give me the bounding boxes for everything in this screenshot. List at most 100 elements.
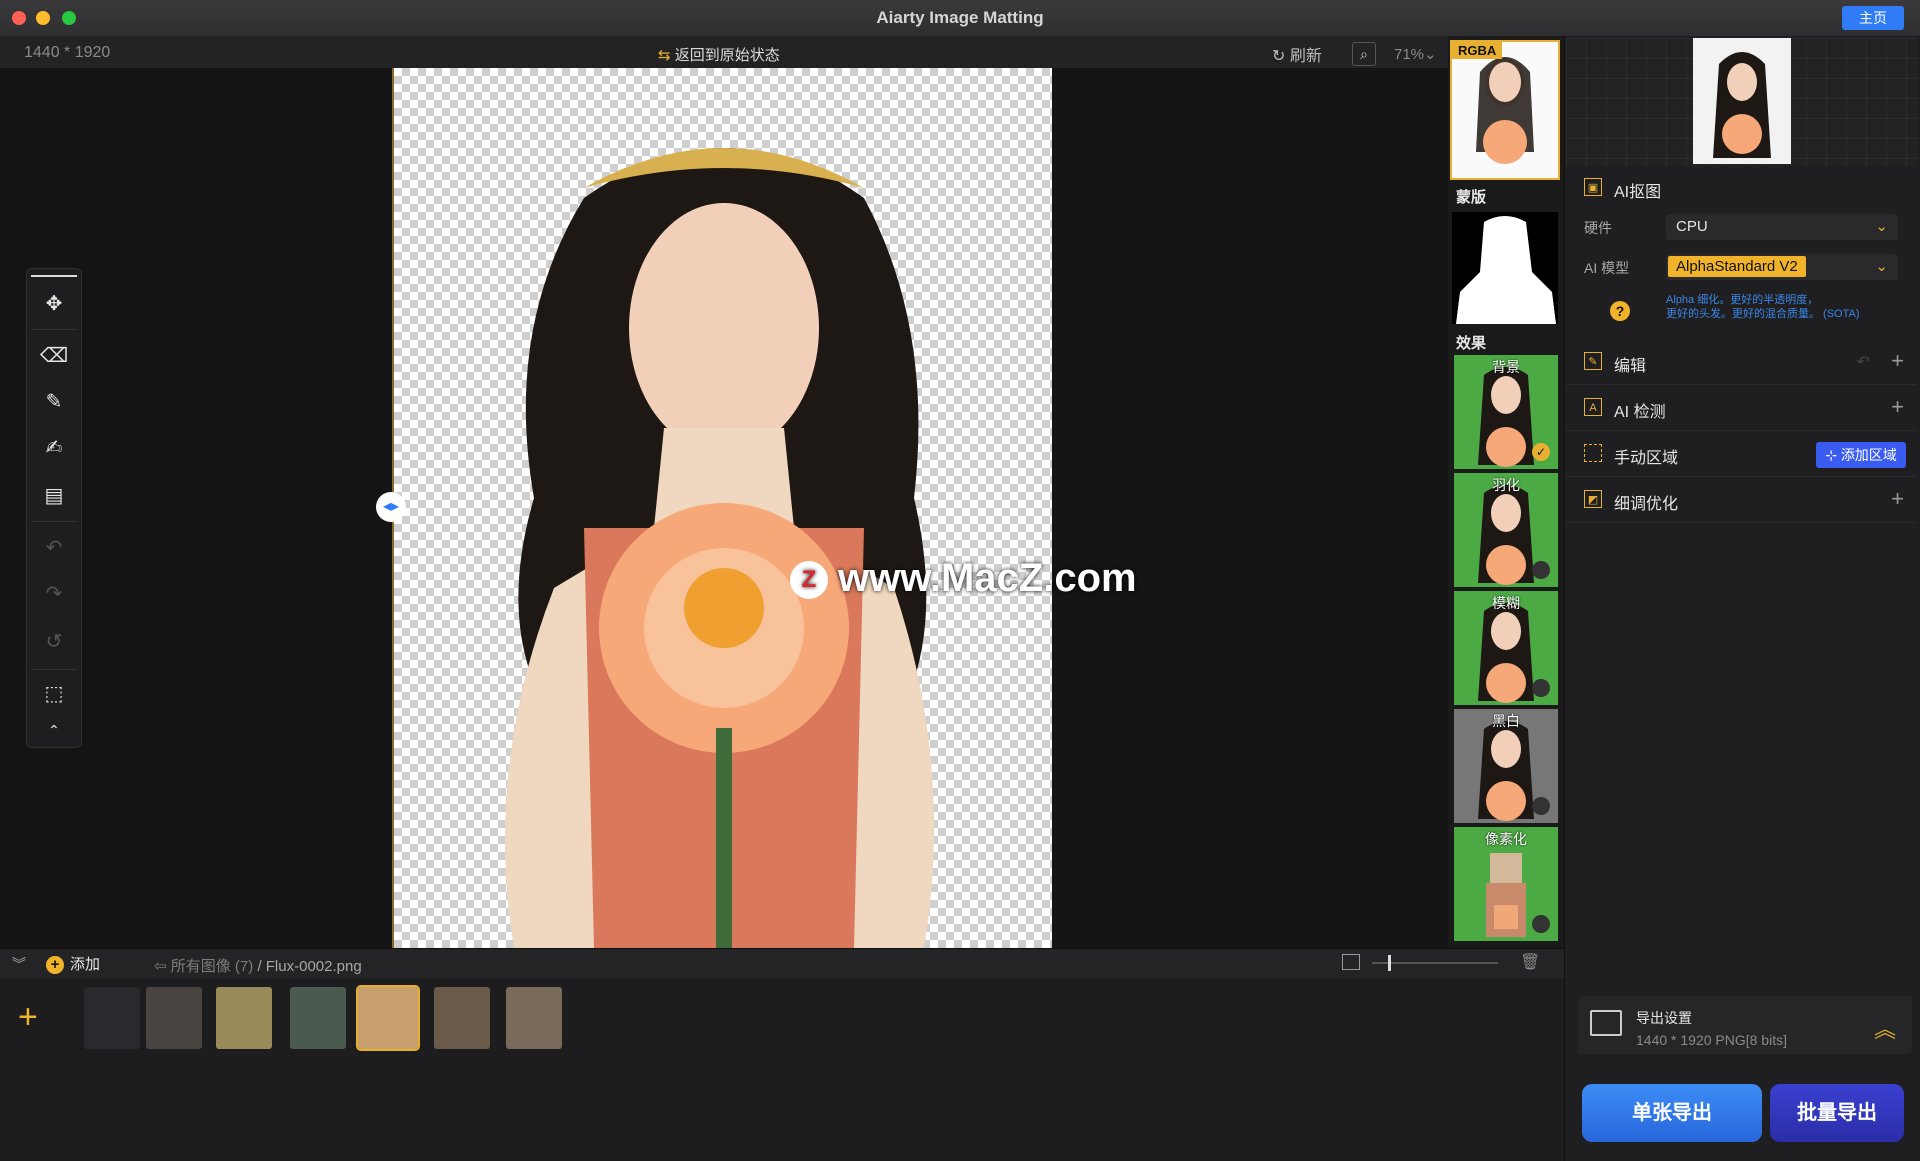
select-frame-icon[interactable]: ⬚	[39, 679, 69, 709]
effect-pixelate[interactable]: 像素化	[1454, 827, 1558, 941]
magnifier-icon[interactable]: ⌕	[1352, 42, 1376, 66]
revert-icon: ⇆	[658, 47, 671, 64]
hardware-dropdown[interactable]: CPU ⌄	[1666, 214, 1898, 240]
effect-label: 像素化	[1485, 831, 1527, 847]
description-line: Alpha 细化。更好的半透明度，	[1666, 294, 1819, 306]
ai-model-label: AI 模型	[1584, 260, 1630, 276]
radio-dot-icon	[1532, 679, 1550, 697]
paint-roller-icon[interactable]: ▤	[39, 481, 69, 511]
radio-dot-icon	[1532, 561, 1550, 579]
trash-icon[interactable]: 🗑	[1520, 952, 1540, 972]
rgba-thumbnail[interactable]	[1450, 40, 1560, 180]
fine-tune-label: 细调优化	[1614, 496, 1679, 513]
fine-tune-icon: ◩	[1584, 490, 1602, 508]
filmstrip-thumbnail-forest-woman[interactable]	[290, 987, 346, 1049]
slider-knob[interactable]	[1388, 955, 1391, 971]
plus-icon[interactable]: +	[1891, 348, 1904, 374]
restore-brush-icon[interactable]: ✎	[39, 387, 69, 417]
refresh-button[interactable]: ↻ 刷新	[1272, 42, 1322, 66]
divider	[31, 521, 77, 522]
effect-feather[interactable]: 羽化	[1454, 473, 1558, 587]
image-preview[interactable]	[392, 68, 1052, 948]
add-region-button[interactable]: ⊹ 添加区域	[1816, 442, 1906, 468]
effect-label: 羽化	[1492, 477, 1520, 493]
navigator-image	[1713, 52, 1771, 158]
revert-button[interactable]: ⇆ 返回到原始状态	[658, 44, 780, 65]
undo-icon[interactable]: ↶	[39, 533, 69, 563]
collapse-up-icon[interactable]: ⌃	[39, 715, 69, 745]
effect-blur[interactable]: 模糊	[1454, 591, 1558, 705]
radio-dot-icon	[1532, 797, 1550, 815]
home-button[interactable]: 主页	[1842, 6, 1904, 30]
ai-detect-icon: A	[1584, 398, 1602, 416]
effect-label: 黑白	[1492, 713, 1520, 729]
reset-icon[interactable]: ↺	[39, 627, 69, 657]
filmstrip-thumbnail-bicycle[interactable]	[216, 987, 272, 1049]
revert-label: 返回到原始状态	[674, 47, 780, 64]
chevron-down-icon: ⌄	[1424, 46, 1437, 63]
refresh-icon: ↻	[1272, 48, 1286, 65]
add-label: 添加	[70, 956, 101, 973]
breadcrumb-file: / Flux-0002.png	[257, 958, 362, 975]
chevron-down-icon: ⌄	[1875, 218, 1888, 235]
subject-silhouette	[505, 148, 934, 948]
image-dimensions: 1440 * 1920	[24, 44, 111, 61]
zoom-select[interactable]: 71%⌄	[1394, 45, 1437, 63]
add-image-button[interactable]: + 添加	[46, 953, 100, 974]
navigator-thumbnail[interactable]	[1693, 38, 1791, 164]
breadcrumb: ⇦ 所有图像 (7) / Flux-0002.png	[154, 955, 362, 976]
filmstrip-thumbnail-woman-3[interactable]	[506, 987, 562, 1049]
mask-heading: 蒙版	[1456, 189, 1487, 206]
add-plus-icon[interactable]: +	[18, 998, 38, 1037]
single-export-button[interactable]: 单张导出	[1582, 1084, 1762, 1142]
back-arrow-icon[interactable]: ⇦	[154, 958, 167, 975]
effects-heading: 效果	[1456, 335, 1487, 352]
filmstrip-thumbnail-flower-girl[interactable]	[356, 985, 420, 1051]
description-line: 更好的头发。更好的混合质量。 (SOTA)	[1666, 308, 1860, 320]
chevron-double-up-icon[interactable]: ︽	[1874, 1012, 1896, 1044]
effect-background[interactable]: 背景 ✓	[1454, 355, 1558, 469]
collapse-icon[interactable]: ︾	[12, 954, 26, 974]
hardware-label: 硬件	[1584, 220, 1612, 236]
help-icon[interactable]: ?	[1610, 301, 1630, 321]
filmstrip-thumbnail-jellyfish[interactable]	[84, 987, 140, 1049]
filmstrip-thumbnail-woman-2[interactable]	[434, 987, 490, 1049]
eraser-icon[interactable]: ⌫	[39, 341, 69, 371]
plus-icon[interactable]: +	[1891, 394, 1904, 420]
ai-model-dropdown[interactable]: AlphaStandard V2 ⌄	[1666, 254, 1898, 280]
radio-dot-icon	[1532, 915, 1550, 933]
checkmark-icon: ✓	[1532, 443, 1550, 461]
refresh-label: 刷新	[1289, 48, 1322, 65]
export-settings-title: 导出设置	[1636, 1010, 1692, 1026]
effect-label: 模糊	[1492, 595, 1520, 611]
tool-palette: ✥ ⌫ ✎ ✍ ▤ ↶ ↷ ↺ ⬚ ⌃	[26, 268, 82, 748]
add-region-label: 添加区域	[1840, 447, 1897, 463]
batch-export-button[interactable]: 批量导出	[1770, 1084, 1904, 1142]
breadcrumb-all-images[interactable]: 所有图像 (7)	[171, 958, 254, 975]
mask-thumbnail[interactable]	[1452, 212, 1558, 324]
plus-icon[interactable]: +	[1891, 486, 1904, 512]
watermark: Zwww.MacZ.com	[790, 556, 1137, 601]
effect-black-white[interactable]: 黑白	[1454, 709, 1558, 823]
image-icon	[1342, 954, 1360, 970]
compare-split-handle[interactable]: ◂▸	[376, 492, 406, 522]
filmstrip-thumbnail-texture[interactable]	[146, 987, 202, 1049]
divider	[31, 329, 77, 330]
palette-drag-handle[interactable]	[31, 275, 77, 277]
hardware-value: CPU	[1676, 218, 1708, 235]
move-tool-icon[interactable]: ✥	[39, 289, 69, 319]
fine-tune-section[interactable]: ◩ 细调优化 +	[1566, 478, 1916, 523]
ai-detect-section[interactable]: A AI 检测 +	[1566, 386, 1916, 431]
zoom-value: 71%	[1394, 46, 1425, 63]
watermark-text: www.MacZ.com	[838, 556, 1137, 600]
mask-silhouette	[1456, 216, 1556, 324]
divider	[31, 669, 77, 670]
edit-section[interactable]: ✎ 编辑 ↶ +	[1566, 340, 1916, 385]
rgba-preview	[1476, 57, 1534, 164]
undo-icon[interactable]: ↶	[1857, 352, 1870, 372]
redo-icon[interactable]: ↷	[39, 579, 69, 609]
ai-detect-label: AI 检测	[1614, 404, 1666, 421]
ai-matting-section: ▣ AI抠图	[1566, 166, 1916, 210]
window-title: Aiarty Image Matting	[876, 8, 1044, 27]
brush-icon[interactable]: ✍	[39, 433, 69, 463]
